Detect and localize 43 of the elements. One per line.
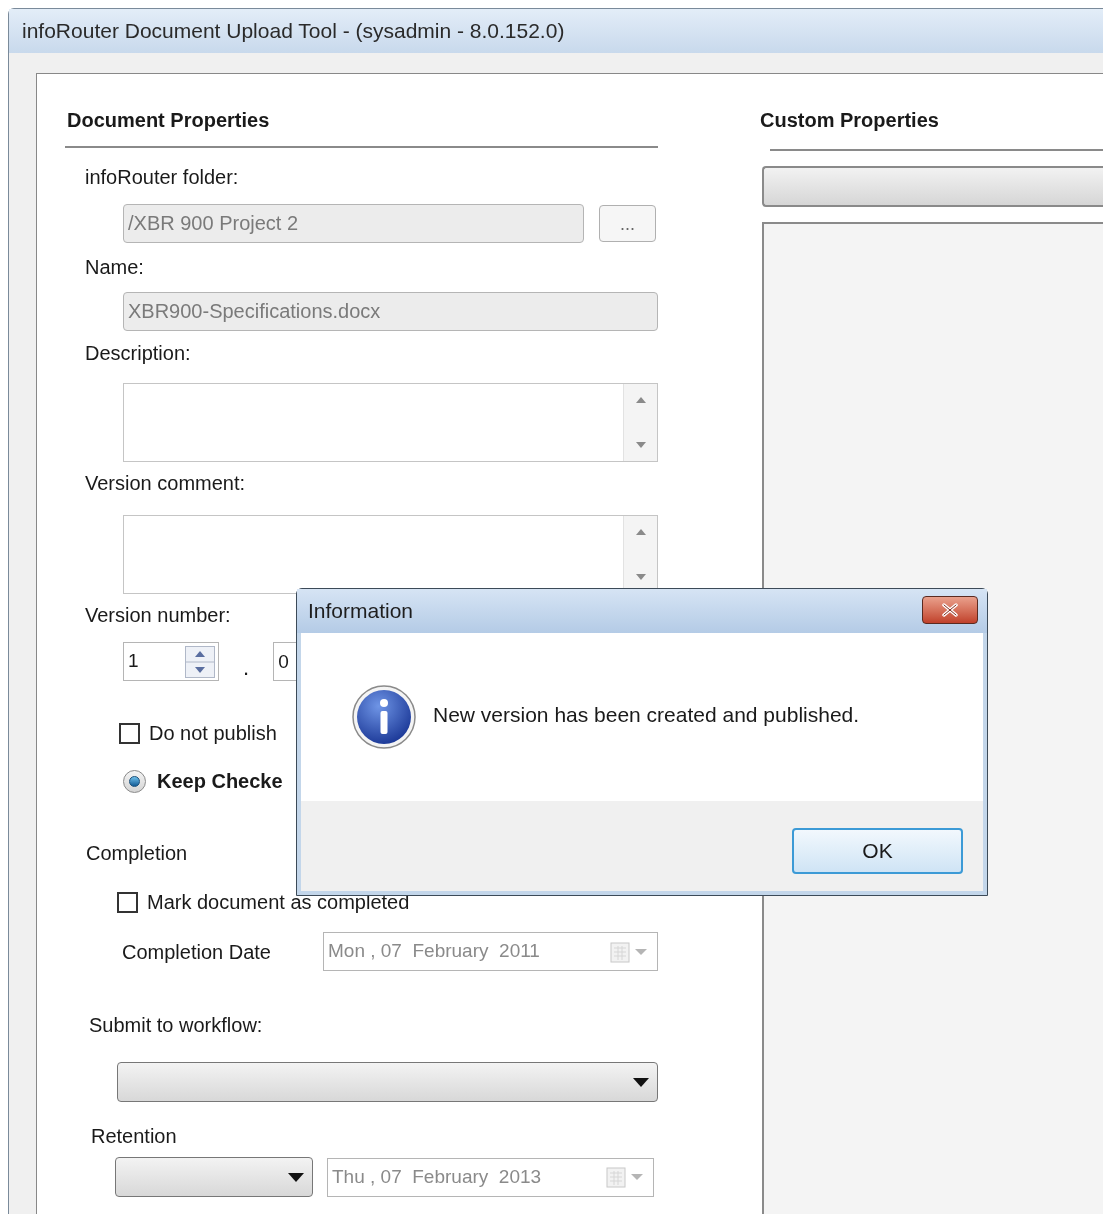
window-title: infoRouter Document Upload Tool - (sysadmin - 8.0.152.0) (22, 18, 565, 45)
dropdown[interactable] (117, 1062, 658, 1102)
checkbox-label: Do not publish (149, 721, 277, 745)
dropdown[interactable] (115, 1157, 313, 1197)
scroll-down-icon (634, 441, 647, 449)
field-label: Submit to workflow: (89, 1013, 263, 1037)
field-label: Description: (85, 341, 191, 365)
folder-field[interactable]: /XBR 900 Project 2 (123, 204, 584, 243)
name-field[interactable]: XBR900-Specifications.docx (123, 292, 658, 331)
radio-button[interactable] (123, 769, 146, 793)
scroll-up-icon (634, 528, 647, 536)
section-label: Completion (86, 841, 188, 865)
scroll-bar[interactable] (623, 384, 657, 461)
field-label: Version number: (85, 603, 231, 627)
field-label: infoRouter folder: (85, 165, 239, 189)
field-label: Completion Date (122, 939, 272, 965)
section-heading: Document Properties (67, 108, 270, 132)
browse-button[interactable]: ... (599, 205, 656, 242)
field-label: Version comment: (85, 471, 246, 495)
calendar-dropdown-icon (609, 939, 649, 964)
field-label: Retention (91, 1124, 177, 1148)
scroll-down-icon (634, 573, 647, 581)
scroll-up-icon (634, 396, 647, 404)
checkbox-label: Mark document as completed (147, 890, 410, 914)
section-heading: Custom Properties (760, 108, 939, 132)
number-spinner[interactable]: 1 (123, 642, 219, 681)
dialog-message: New version has been created and published. (433, 702, 860, 729)
checkbox[interactable] (117, 891, 138, 913)
close-button[interactable] (922, 596, 978, 624)
calendar-dropdown-icon (605, 1165, 645, 1189)
spinner-arrows-icon (185, 645, 215, 678)
date-field[interactable]: Mon , 07 February 2011 (323, 932, 658, 971)
caret-icon (633, 1077, 649, 1087)
ok-button[interactable]: OK (792, 828, 963, 874)
version-separator: . (243, 656, 250, 680)
info-icon (351, 684, 417, 750)
checkbox[interactable] (119, 722, 140, 744)
close-icon (941, 603, 959, 617)
dialog-title: Information (308, 598, 414, 625)
radio-label: Keep Checke (157, 769, 283, 793)
caret-icon (288, 1172, 304, 1182)
date-field[interactable]: Thu , 07 February 2013 (327, 1157, 654, 1197)
field-label: Name: (85, 255, 144, 279)
